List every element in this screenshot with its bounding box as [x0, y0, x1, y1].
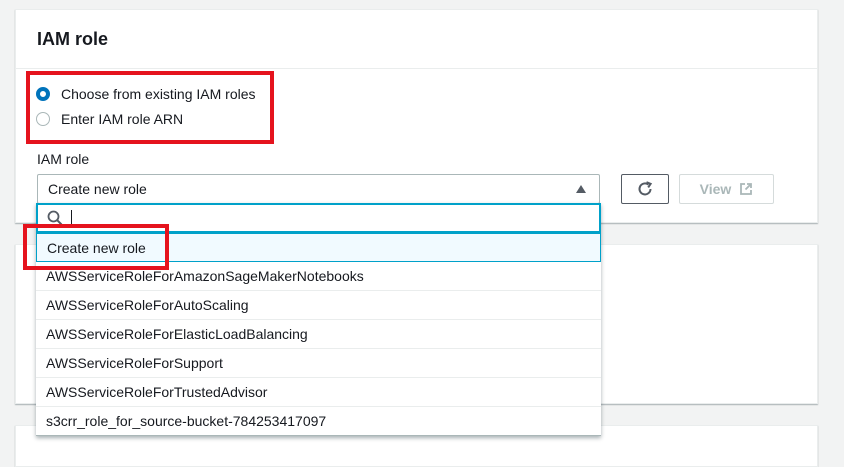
select-value: Create new role [48, 181, 147, 197]
annotation-box-create-new-role [23, 224, 169, 270]
annotation-box-radio-group [26, 71, 274, 144]
external-link-icon [739, 182, 753, 196]
view-button-label: View [699, 181, 732, 197]
dropdown-option[interactable]: s3crr_role_for_source-bucket-78425341709… [36, 407, 601, 436]
dropdown-option[interactable]: AWSServiceRoleForElasticLoadBalancing [36, 320, 601, 349]
panel-header: IAM role [16, 10, 817, 69]
panel-title: IAM role [37, 29, 109, 49]
refresh-icon [638, 181, 653, 196]
refresh-button[interactable] [621, 174, 669, 204]
dropdown-option[interactable]: AWSServiceRoleForAutoScaling [36, 291, 601, 320]
view-button[interactable]: View [679, 174, 774, 204]
iam-role-select[interactable]: Create new role [37, 174, 600, 204]
dropdown-option[interactable]: AWSServiceRoleForTrustedAdvisor [36, 378, 601, 407]
caret-up-icon [576, 185, 586, 193]
dropdown-option[interactable]: AWSServiceRoleForSupport [36, 349, 601, 378]
iam-role-label: IAM role [37, 151, 90, 167]
